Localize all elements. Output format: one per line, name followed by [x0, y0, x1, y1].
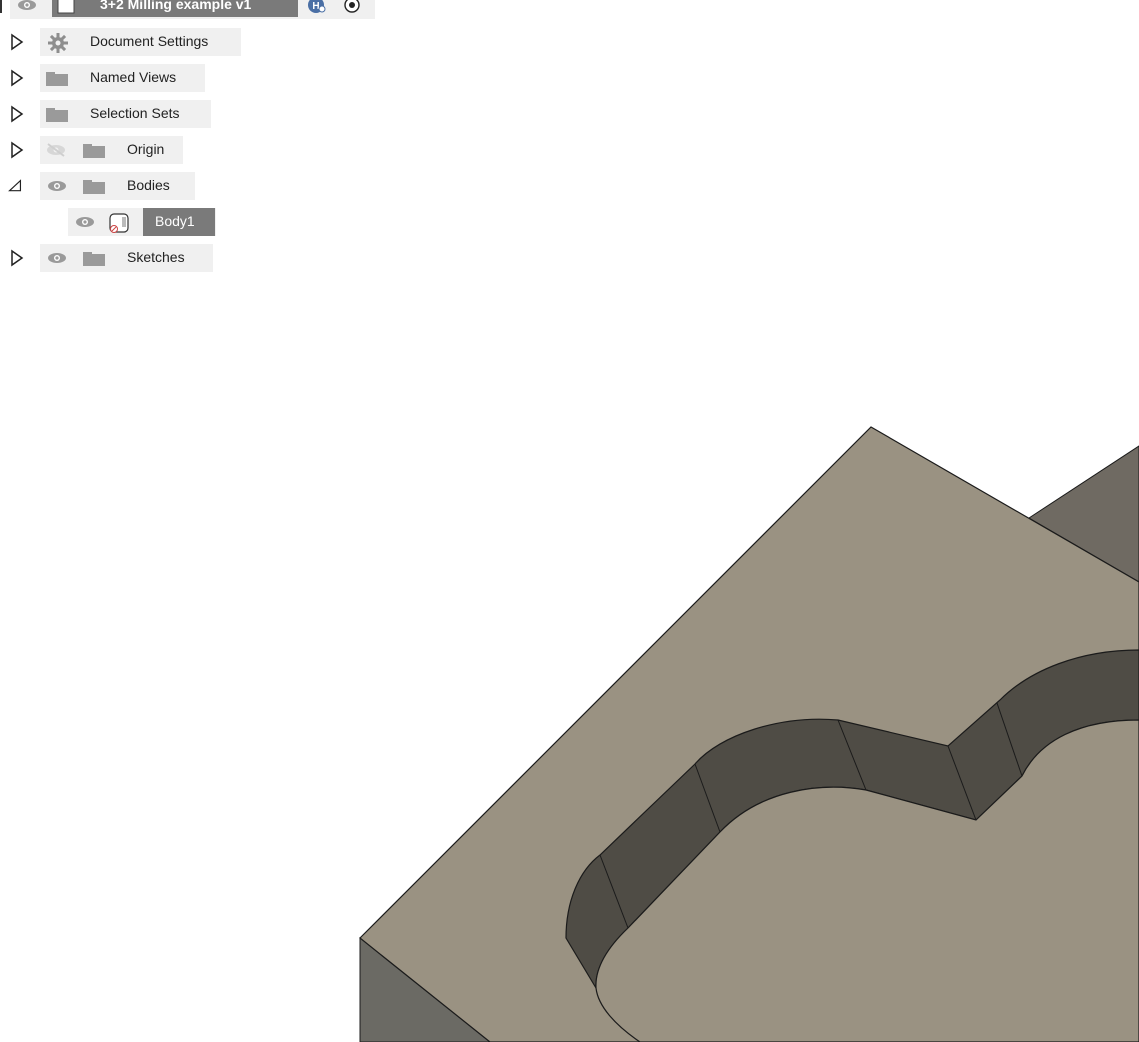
history-badge-icon: H: [308, 0, 326, 13]
activate-radio-icon[interactable]: [343, 0, 361, 14]
eye-icon[interactable]: [74, 215, 96, 229]
gear-icon: [48, 33, 68, 53]
expand-arrow-icon[interactable]: [10, 140, 24, 160]
item-label: Selection Sets: [90, 105, 180, 121]
browser-item-document-settings[interactable]: Document Settings: [0, 28, 245, 56]
collapse-arrow-icon[interactable]: [8, 176, 22, 196]
document-icon: [57, 0, 75, 14]
folder-icon: [83, 144, 105, 158]
eye-icon[interactable]: [46, 251, 68, 265]
browser-item-body1[interactable]: Body1: [0, 208, 220, 236]
eye-icon[interactable]: [46, 179, 68, 193]
browser-root-row[interactable]: 3+2 Milling example v1 H: [0, 0, 380, 19]
browser-item-bodies[interactable]: Bodies: [0, 172, 200, 200]
folder-icon: [83, 252, 105, 266]
item-label: Body1: [155, 213, 195, 229]
browser-item-named-views[interactable]: Named Views: [0, 64, 210, 92]
item-label: Sketches: [127, 249, 185, 265]
body-icon: [109, 213, 129, 233]
expand-arrow-icon[interactable]: [10, 248, 24, 268]
root-label: 3+2 Milling example v1: [100, 0, 252, 12]
svg-text:H: H: [312, 1, 319, 12]
item-label: Document Settings: [90, 33, 209, 49]
browser-item-sketches[interactable]: Sketches: [0, 244, 220, 272]
eye-icon[interactable]: [17, 0, 37, 12]
browser-tree: 3+2 Milling example v1 H Document Settin…: [0, 0, 380, 280]
expand-arrow-icon[interactable]: [10, 32, 24, 52]
item-label: Origin: [127, 141, 165, 157]
expand-arrow-icon[interactable]: [10, 104, 24, 124]
folder-icon: [46, 108, 68, 122]
expand-arrow-icon[interactable]: [10, 68, 24, 88]
folder-icon: [83, 180, 105, 194]
folder-icon: [46, 72, 68, 86]
item-label: Bodies: [127, 177, 170, 193]
eye-hidden-icon[interactable]: [45, 143, 67, 157]
item-label: Named Views: [90, 69, 177, 85]
root-expander-line: [0, 0, 2, 13]
browser-item-selection-sets[interactable]: Selection Sets: [0, 100, 215, 128]
browser-item-origin[interactable]: Origin: [0, 136, 190, 164]
